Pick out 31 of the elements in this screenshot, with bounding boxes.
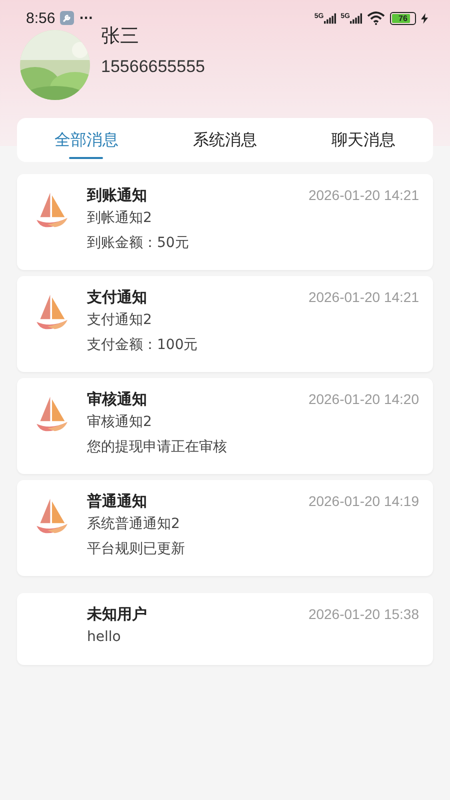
message-time: 2026-01-20 15:38 (308, 606, 419, 622)
message-text: 支付通知2 (87, 311, 153, 330)
message-time: 2026-01-20 14:21 (308, 289, 419, 305)
tab[interactable]: 系统消息 (156, 118, 294, 162)
message-text: 支付金额：100元 (87, 336, 199, 355)
wrench-icon (60, 11, 74, 25)
message-title: 普通通知 (87, 492, 147, 510)
message-text: 审核通知2 (87, 413, 153, 432)
message-text: 平台规则已更新 (87, 540, 186, 559)
message-title: 支付通知 (87, 288, 147, 306)
message-time: 2026-01-20 14:21 (308, 187, 419, 203)
phone-number: 15566655555 (101, 57, 206, 77)
message-text: 系统普通通知2 (87, 515, 181, 534)
battery-indicator: 76 (390, 12, 416, 24)
more-indicator: ··· (79, 11, 93, 25)
message-text: hello (87, 628, 122, 647)
message-time: 2026-01-20 14:19 (308, 493, 419, 509)
message-time: 2026-01-20 14:20 (308, 391, 419, 407)
message-title: 未知用户 (87, 604, 147, 624)
message-text: 您的提现申请正在审核 (87, 438, 228, 457)
clock-time: 8:56 (26, 10, 56, 26)
message-text: 到帐通知2 (87, 209, 153, 228)
tab[interactable]: 全部消息 (17, 118, 156, 162)
message-title: 审核通知 (87, 390, 147, 408)
tab[interactable]: 聊天消息 (294, 118, 434, 162)
message-title: 到账通知 (87, 186, 147, 204)
wifi-icon (367, 11, 385, 25)
signal-icon (350, 12, 362, 24)
signal-icon (324, 12, 336, 24)
message-text: 到账金额：50元 (87, 234, 190, 253)
user-name: 张三 (101, 24, 140, 48)
